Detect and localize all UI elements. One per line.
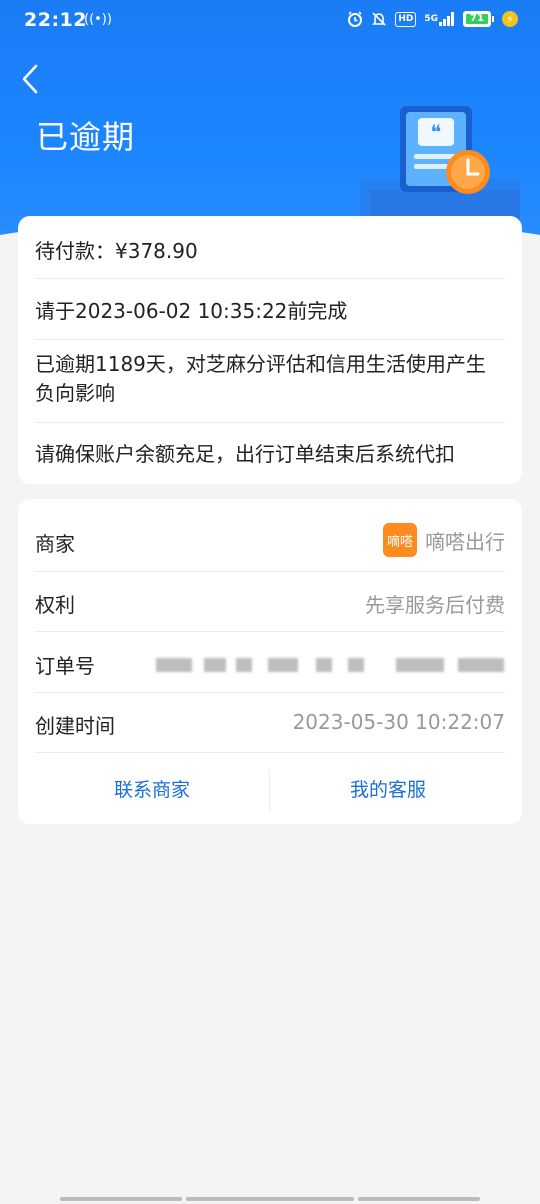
- divider: [35, 631, 505, 632]
- header-banner: 22:12 ((•)) HD 5G 71 ⚡ 已逾期 ❝: [0, 0, 540, 250]
- divider: [35, 752, 505, 753]
- pending-amount: ¥378.90: [115, 239, 198, 263]
- battery-level: 71: [466, 14, 488, 24]
- signal-5g-icon: 5G: [424, 10, 455, 28]
- created-time-label: 创建时间: [35, 714, 115, 738]
- nav-bar-segment: [60, 1197, 182, 1201]
- merchant-logo-icon: 嘀嗒: [383, 523, 417, 557]
- nav-bar-segment: [186, 1197, 354, 1201]
- hotspot-icon: ((•)): [84, 12, 112, 27]
- divider: [35, 692, 505, 693]
- hd-icon: HD: [395, 11, 417, 27]
- customer-service-button[interactable]: 我的客服: [262, 763, 514, 818]
- network-label: 5G: [424, 14, 438, 24]
- divider: [35, 422, 505, 423]
- deadline-text: 请于2023-06-02 10:35:22前完成: [35, 299, 348, 323]
- merchant-value[interactable]: 嘀嗒 嘀嗒出行: [383, 523, 505, 557]
- overdue-document-illustration-icon: ❝: [360, 106, 520, 230]
- alarm-icon: [347, 10, 363, 28]
- created-time-value: 2023-05-30 10:22:07: [292, 710, 505, 734]
- status-time: 22:12: [24, 9, 87, 31]
- divider: [35, 339, 505, 340]
- page-title: 已逾期: [36, 118, 136, 156]
- auto-deduct-notice: 请确保账户余额充足，出行订单结束后系统代扣: [35, 442, 455, 466]
- mute-icon: [371, 10, 387, 28]
- divider: [35, 278, 505, 279]
- order-number-redacted: [156, 656, 504, 674]
- back-button[interactable]: [18, 62, 42, 96]
- pending-label: 待付款：: [35, 239, 115, 263]
- svg-text:❝: ❝: [431, 120, 442, 144]
- order-number-label: 订单号: [35, 654, 95, 678]
- contact-merchant-button[interactable]: 联系商家: [26, 763, 278, 818]
- divider: [35, 571, 505, 572]
- pending-payment-row: 待付款：¥378.90: [35, 235, 505, 264]
- charging-icon: ⚡: [502, 11, 518, 27]
- rights-value: 先享服务后付费: [365, 593, 505, 617]
- status-bar: 22:12 ((•)) HD 5G 71 ⚡: [0, 0, 540, 44]
- rights-label: 权利: [35, 593, 75, 617]
- payment-summary-card: 待付款：¥378.90 请于2023-06-02 10:35:22前完成 已逾期…: [18, 216, 522, 484]
- merchant-name: 嘀嗒出行: [425, 529, 505, 554]
- battery-icon: 71: [463, 11, 494, 27]
- merchant-label: 商家: [35, 532, 75, 556]
- overdue-notice: 已逾期1189天，对芝麻分评估和信用生活使用产生负向影响: [35, 352, 486, 405]
- nav-bar-segment: [358, 1197, 480, 1201]
